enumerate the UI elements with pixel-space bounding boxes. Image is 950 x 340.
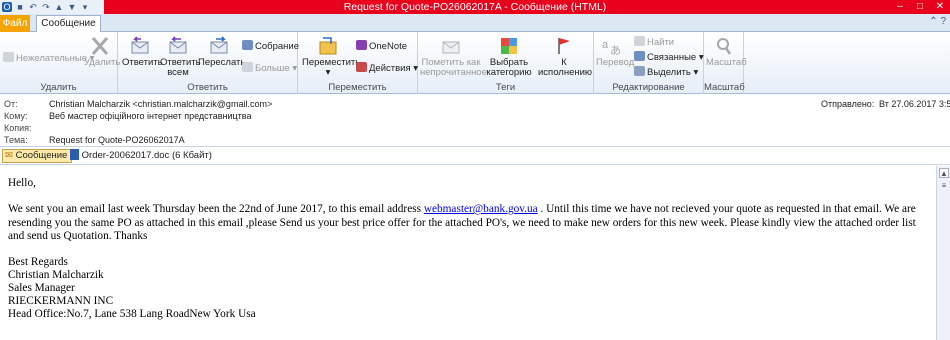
group-delete: Нежелательные ▾ Удалить Удалить	[0, 32, 120, 94]
related-button[interactable]: Связанные ▾	[634, 51, 704, 63]
save-icon[interactable]: ■	[15, 2, 25, 12]
tab-message[interactable]: Сообщение	[36, 15, 101, 33]
group-zoom-label: Масштаб	[704, 82, 745, 93]
ribbon-tabs: Файл Сообщение ⌃ ?	[0, 14, 950, 33]
quick-access-toolbar: O ■ ↶ ↷ ▲ ▼ ▾	[0, 0, 104, 14]
message-attachment-tab[interactable]: ✉ Сообщение	[2, 149, 73, 163]
group-editing-label: Редактирование	[612, 82, 685, 93]
actions-button[interactable]: Действия ▾	[356, 62, 418, 74]
followup-button[interactable]: К исполнению	[538, 36, 592, 78]
title-bar: Request for Quote-PO26062017A - Сообщени…	[0, 0, 950, 14]
redo-icon[interactable]: ↷	[41, 2, 51, 12]
svg-text:あ: あ	[610, 44, 621, 56]
sent-label: Отправлено:	[821, 99, 875, 109]
message-header: От: Christian Malcharzik <christian.malc…	[0, 96, 950, 146]
meeting-icon	[242, 40, 253, 50]
group-zoom: Масштаб Масштаб	[704, 32, 747, 94]
word-doc-icon	[70, 149, 79, 160]
junk-icon	[3, 52, 14, 62]
forward-button[interactable]: Переслать	[198, 36, 245, 68]
junk-button[interactable]: Нежелательные ▾	[3, 52, 94, 64]
undo-icon[interactable]: ↶	[28, 2, 38, 12]
envelope-icon: ✉	[5, 150, 13, 161]
vertical-scrollbar[interactable]: ▲ ≡	[936, 166, 950, 340]
cc-label: Копия:	[4, 123, 32, 133]
onenote-button[interactable]: OneNote	[356, 40, 407, 52]
onenote-icon	[356, 40, 367, 50]
categorize-button[interactable]: Выбрать категорию	[484, 36, 534, 78]
signature-line-3: Sales Manager	[8, 282, 75, 294]
reply-all-button[interactable]: Ответить всем	[160, 36, 201, 78]
group-delete-label: Удалить	[40, 82, 77, 93]
greeting: Hello,	[8, 177, 36, 189]
move-folder-icon	[319, 37, 337, 55]
actions-icon	[356, 62, 367, 72]
signature-line-5: Head Office:No.7, Lane 538 Lang RoadNew …	[8, 308, 256, 320]
window-controls: – □ ✕	[890, 0, 950, 14]
sent-value: Вт 27.06.2017 3:56	[879, 99, 950, 109]
reply-all-icon	[169, 36, 187, 54]
signature-line-1: Best Regards	[8, 256, 68, 268]
translate-button[interactable]: aあ Перевод	[596, 36, 634, 68]
customize-icon[interactable]: ▾	[80, 2, 90, 12]
signature-line-2: Christian Malcharzik	[8, 269, 104, 281]
mark-unread-button[interactable]: Пометить как непрочитанное	[420, 36, 487, 78]
group-editing: aあ Перевод Найти Связанные ▾ Выделить ▾ …	[594, 32, 704, 94]
zoom-button[interactable]: Масштаб	[706, 36, 747, 68]
meeting-button[interactable]: Собрание	[242, 40, 299, 52]
more-button[interactable]: Больше ▾	[242, 62, 297, 74]
help-icon[interactable]: ⌃ ?	[929, 16, 946, 27]
subject-label: Тема:	[4, 135, 28, 145]
find-icon	[634, 36, 645, 46]
forward-icon	[210, 36, 228, 54]
message-body: Hello, We sent you an email last week Th…	[0, 166, 935, 340]
translate-icon: aあ	[602, 39, 621, 56]
find-button[interactable]: Найти	[634, 36, 674, 48]
magnifier-icon	[717, 38, 732, 55]
flag-icon	[558, 38, 570, 54]
categorize-icon	[501, 38, 517, 54]
close-button[interactable]: ✕	[930, 0, 950, 14]
group-tags-label: Теги	[495, 82, 516, 93]
minimize-button[interactable]: –	[890, 0, 910, 14]
to-value[interactable]: Веб мастер офіційного інтернет представн…	[49, 111, 251, 122]
group-move: Переместить ▾ OneNote Действия ▾ Перемес…	[298, 32, 418, 94]
group-respond: Ответить Ответить всем Переслать Собрани…	[118, 32, 299, 94]
outlook-icon[interactable]: O	[2, 2, 12, 12]
svg-text:a: a	[602, 39, 609, 51]
move-button[interactable]: Переместить ▾	[302, 36, 360, 78]
delete-icon	[91, 37, 109, 55]
to-label: Кому:	[4, 111, 28, 121]
subject-value: Request for Quote-PO26062017A	[49, 135, 185, 145]
reply-icon	[131, 36, 149, 54]
attachment-bar: ✉ Сообщение Order-20062017.doc (6 Кбайт)	[0, 146, 950, 165]
signature-line-4: RIECKERMANN INC	[8, 295, 114, 307]
delete-button[interactable]: Удалить	[84, 36, 120, 68]
envelope-icon	[442, 41, 460, 54]
scroll-up-icon[interactable]: ▲	[939, 168, 949, 178]
attachment-file[interactable]: Order-20062017.doc (6 Кбайт)	[70, 149, 212, 163]
up-icon[interactable]: ▲	[54, 2, 64, 12]
select-button[interactable]: Выделить ▾	[634, 66, 698, 78]
group-move-label: Переместить	[328, 82, 387, 93]
ribbon: Нежелательные ▾ Удалить Удалить Ответить…	[0, 32, 950, 94]
scroll-grip-icon[interactable]: ≡	[939, 180, 949, 192]
from-label: От:	[4, 99, 18, 109]
group-tags: Пометить как непрочитанное Выбрать катег…	[418, 32, 594, 94]
down-icon[interactable]: ▼	[67, 2, 77, 12]
maximize-button[interactable]: □	[910, 0, 930, 14]
body-paragraph: We sent you an email last week Thursday …	[8, 203, 916, 243]
related-icon	[634, 51, 645, 61]
from-value[interactable]: Christian Malcharzik <christian.malcharz…	[49, 99, 272, 110]
tab-file[interactable]: Файл	[0, 15, 30, 32]
reply-button[interactable]: Ответить	[122, 36, 163, 68]
email-link[interactable]: webmaster@bank.gov.ua	[424, 203, 538, 215]
window-title: Request for Quote-PO26062017A - Сообщени…	[343, 1, 607, 13]
more-icon	[242, 62, 253, 72]
group-respond-label: Ответить	[187, 82, 228, 93]
select-icon	[634, 66, 645, 76]
